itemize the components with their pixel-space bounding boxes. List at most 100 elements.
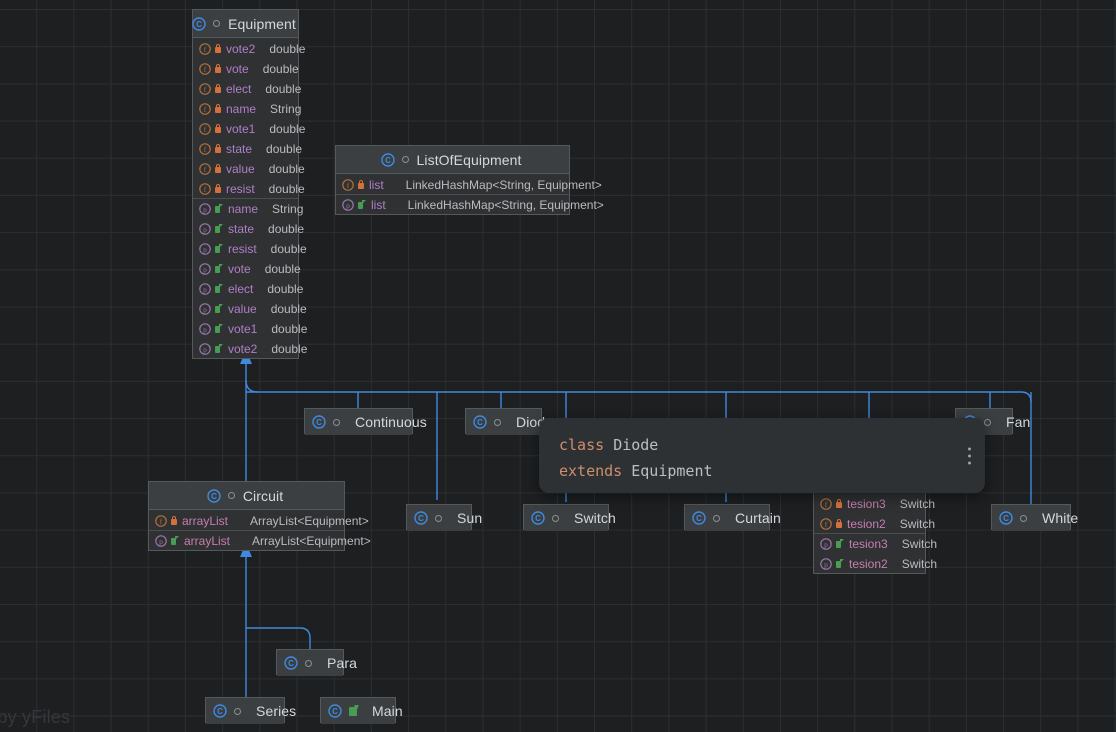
switch-class-name: Switch [574, 510, 616, 526]
member-row[interactable]: p vote1 double [193, 318, 307, 338]
member-row[interactable]: f name String [193, 98, 301, 118]
member-row[interactable]: f value double [193, 158, 305, 178]
member-row[interactable]: f tesion2 Switch [814, 513, 935, 533]
member-row[interactable]: f vote1 double [193, 118, 305, 138]
member-name: list [369, 177, 384, 192]
class-node-white[interactable]: C White [991, 504, 1078, 531]
member-type: double [271, 341, 308, 356]
equipment-header[interactable]: C Equipment [192, 10, 298, 38]
class-node-equipment[interactable]: C Equipment f vote2 double f vote double… [192, 9, 307, 359]
main-header[interactable]: C Main [321, 698, 403, 724]
member-row[interactable]: f tesion3 Switch [814, 493, 935, 513]
member-row[interactable]: f resist double [193, 178, 305, 198]
more-vertical-icon[interactable] [968, 447, 971, 464]
public-member-icon [215, 344, 223, 353]
private-lock-icon [215, 64, 221, 73]
public-member-icon [215, 224, 223, 233]
member-type: double [264, 261, 301, 276]
white-header[interactable]: C White [992, 505, 1078, 531]
keyword-extends: extends [559, 462, 623, 480]
package-private-dot-icon [552, 514, 559, 522]
member-name: vote [228, 261, 251, 276]
member-row[interactable]: p arrayList ArrayList<Equipment> [149, 530, 371, 550]
class-node-sun[interactable]: C Sun [406, 504, 482, 531]
tooltip-class-name: Diode [613, 436, 659, 454]
member-row[interactable]: f state double [193, 138, 302, 158]
list-of-equipment-header[interactable]: C ListOfEquipment [336, 146, 569, 174]
diode-header[interactable]: C Diode [466, 409, 553, 435]
property-icon: p [199, 242, 211, 255]
member-name: resist [228, 241, 257, 256]
class-node-series[interactable]: C Series [205, 697, 296, 724]
svg-text:f: f [347, 181, 350, 190]
switch-header[interactable]: C Switch [524, 505, 616, 531]
member-name: value [226, 161, 255, 176]
member-row[interactable]: p vote2 double [193, 338, 307, 358]
svg-text:f: f [160, 517, 163, 526]
member-row[interactable]: p tesion3 Switch [814, 533, 937, 553]
member-type: Switch [899, 496, 936, 511]
edge-corner-right [1020, 391, 1032, 403]
sun-header[interactable]: C Sun [407, 505, 482, 531]
field-icon: f [199, 182, 211, 195]
member-name: vote2 [226, 41, 256, 56]
member-row[interactable]: p vote double [193, 258, 301, 278]
member-row[interactable]: p name String [193, 198, 303, 218]
svg-text:p: p [203, 345, 207, 354]
member-row[interactable]: p elect double [193, 278, 303, 298]
circuit-header[interactable]: C Circuit [149, 482, 344, 510]
class-node-curtain[interactable]: C Curtain [684, 504, 781, 531]
class-node-main[interactable]: C Main [320, 697, 403, 724]
class-node-list-of-equipment[interactable]: C ListOfEquipment f list LinkedHashMap<S… [335, 145, 604, 215]
class-node-para[interactable]: C Para [276, 649, 357, 676]
diagram-canvas[interactable]: C Equipment f vote2 double f vote double… [0, 0, 1116, 732]
package-private-dot-icon [213, 20, 221, 27]
edge-para-circuit [246, 627, 311, 650]
member-name: arrayList [184, 533, 231, 548]
fan-class-name: Fan [1006, 414, 1031, 430]
white-class-name: White [1042, 510, 1079, 526]
class-icon: C [692, 511, 706, 525]
member-row[interactable]: p list LinkedHashMap<String, Equipment> [336, 194, 604, 214]
member-row[interactable]: f arrayList ArrayList<Equipment> [149, 510, 369, 530]
svg-text:p: p [824, 540, 828, 549]
svg-text:C: C [196, 20, 202, 29]
class-node-switch[interactable]: C Switch [523, 504, 616, 531]
series-header[interactable]: C Series [206, 698, 296, 724]
curtain-header[interactable]: C Curtain [685, 505, 781, 531]
member-row[interactable]: f list LinkedHashMap<String, Equipment> [336, 174, 602, 194]
member-type: Switch [899, 516, 936, 531]
member-row[interactable]: p value double [193, 298, 307, 318]
class-icon: C [312, 415, 326, 429]
member-type: double [262, 61, 299, 76]
member-name: vote [226, 61, 249, 76]
class-node-continuous[interactable]: C Continuous [304, 408, 427, 435]
class-node-circuit[interactable]: C Circuit f arrayList ArrayList<Equipmen… [148, 481, 371, 551]
member-row[interactable]: p state double [193, 218, 304, 238]
member-name: name [226, 101, 257, 116]
class-info-tooltip[interactable]: class Diode extends Equipment [539, 418, 985, 493]
member-type: String [272, 201, 304, 216]
member-type: ArrayList<Equipment> [252, 533, 371, 548]
member-row[interactable]: p resist double [193, 238, 307, 258]
tooltip-superclass-name: Equipment [631, 462, 713, 480]
public-square-icon [349, 706, 357, 716]
class-icon: C [284, 656, 298, 670]
member-row[interactable]: p tesion2 Switch [814, 553, 937, 573]
class-node-diode[interactable]: C Diode [465, 408, 553, 435]
member-name: tesion2 [849, 556, 888, 571]
package-private-dot-icon [234, 707, 241, 715]
property-icon: p [199, 282, 211, 295]
field-icon: f [199, 82, 211, 95]
para-header[interactable]: C Para [277, 650, 357, 676]
equipment-members: f vote2 double f vote double f elect dou… [193, 38, 307, 358]
member-type: double [268, 221, 305, 236]
member-row[interactable]: f vote double [193, 58, 299, 78]
member-type: double [267, 281, 304, 296]
continuous-header[interactable]: C Continuous [305, 409, 427, 435]
member-row[interactable]: f elect double [193, 78, 301, 98]
field-icon: f [199, 62, 211, 75]
member-row[interactable]: f vote2 double [193, 38, 305, 58]
field-icon: f [199, 122, 211, 135]
tooltip-line-extends: extends Equipment [559, 458, 967, 484]
